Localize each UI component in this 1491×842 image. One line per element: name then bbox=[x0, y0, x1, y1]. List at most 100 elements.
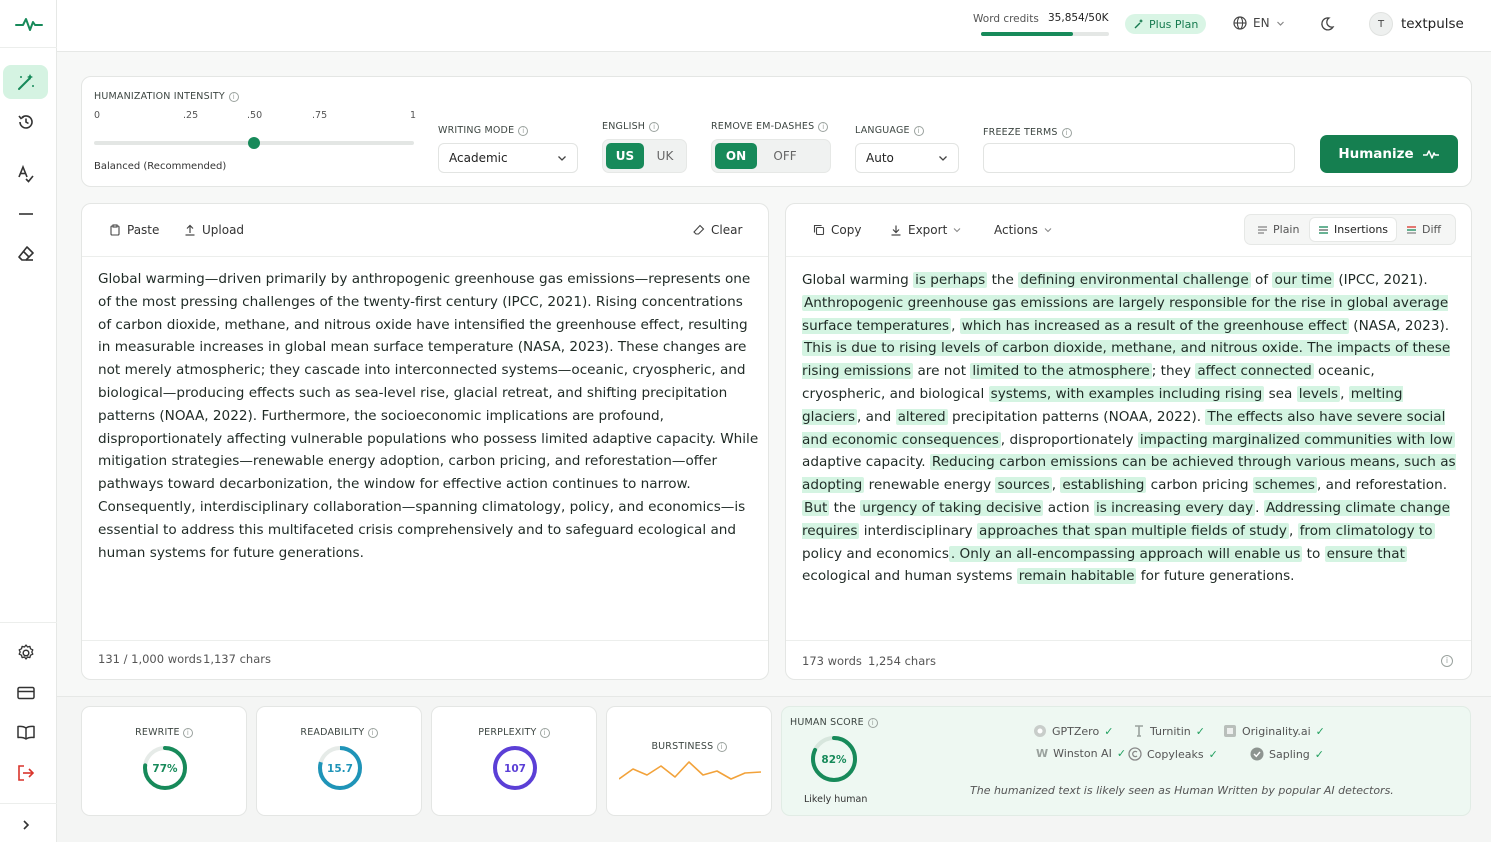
human-score-label-text: HUMAN SCORE bbox=[790, 717, 864, 728]
inserted-phrase: approaches that span multiple fields of … bbox=[977, 522, 1289, 539]
kept-phrase: , and reforestation. bbox=[1317, 477, 1448, 494]
info-icon[interactable]: i bbox=[539, 728, 550, 738]
history-nav[interactable] bbox=[3, 105, 48, 139]
export-button[interactable]: Export bbox=[890, 223, 961, 237]
info-icon[interactable]: i bbox=[913, 125, 924, 136]
logout-icon bbox=[17, 765, 34, 781]
rewrite-label-text: REWRITE bbox=[135, 727, 180, 738]
download-icon bbox=[891, 225, 901, 236]
language-select[interactable]: Auto bbox=[855, 143, 959, 173]
inserted-phrase: . Only an all-encompassing approach will… bbox=[948, 545, 1303, 562]
humanize-button[interactable]: Humanize bbox=[1320, 135, 1458, 173]
info-icon[interactable]: i bbox=[182, 728, 193, 738]
language-label: LANGUAGE i bbox=[855, 125, 924, 136]
info-icon[interactable]: i bbox=[867, 717, 878, 728]
kept-phrase: . bbox=[1255, 499, 1264, 516]
settings-nav[interactable] bbox=[3, 636, 48, 670]
kept-phrase: Global warming bbox=[802, 272, 914, 288]
info-icon[interactable]: i bbox=[818, 121, 829, 132]
check-icon: ✓ bbox=[1104, 724, 1114, 738]
upload-button[interactable]: Upload bbox=[184, 223, 244, 237]
inserted-phrase: altered bbox=[895, 408, 948, 425]
tick-0: 0 bbox=[94, 110, 101, 121]
moon-icon bbox=[1321, 17, 1335, 31]
chevron-down-icon bbox=[1044, 228, 1052, 233]
paste-button[interactable]: Paste bbox=[109, 223, 159, 237]
kept-phrase: , disproportionately bbox=[1000, 431, 1138, 448]
inserted-phrase: schemes bbox=[1252, 477, 1318, 494]
language-switcher[interactable]: EN bbox=[1233, 16, 1285, 30]
writing-mode-select[interactable]: Academic bbox=[438, 143, 578, 173]
theme-toggle[interactable] bbox=[1319, 16, 1335, 36]
rewrite-label: REWRITE i bbox=[82, 727, 246, 738]
user-name[interactable]: textpulse bbox=[1401, 16, 1464, 32]
readability-metric: READABILITY i 15.7 bbox=[256, 706, 422, 816]
english-uk-option[interactable]: UK bbox=[648, 143, 682, 169]
detector-label: Originality.ai bbox=[1242, 724, 1311, 738]
intensity-caption: Balanced (Recommended) bbox=[94, 161, 227, 172]
inserted-phrase: affect connected bbox=[1195, 363, 1314, 380]
info-icon[interactable]: i bbox=[518, 125, 529, 136]
tick-75: .75 bbox=[312, 110, 328, 121]
intensity-slider-thumb[interactable] bbox=[248, 137, 260, 149]
english-us-option[interactable]: US bbox=[606, 143, 644, 169]
info-icon[interactable]: i bbox=[367, 728, 378, 738]
em-dash-toggle: ON OFF bbox=[711, 139, 831, 173]
info-icon[interactable]: i bbox=[716, 742, 727, 752]
logout-nav[interactable] bbox=[3, 756, 48, 790]
info-icon[interactable]: i bbox=[228, 91, 239, 102]
plan-badge[interactable]: Plus Plan bbox=[1125, 14, 1207, 34]
info-icon[interactable]: i bbox=[1441, 655, 1453, 667]
freeze-terms-input[interactable] bbox=[983, 143, 1295, 173]
readability-label-text: READABILITY bbox=[300, 727, 365, 738]
readability-ring: 15.7 bbox=[318, 746, 362, 790]
docs-nav[interactable] bbox=[3, 716, 48, 750]
em-dash-on-option[interactable]: ON bbox=[715, 143, 757, 169]
em-dash-off-option[interactable]: OFF bbox=[761, 143, 809, 169]
export-label: Export bbox=[908, 223, 948, 237]
expand-sidebar-button[interactable] bbox=[3, 808, 48, 842]
billing-nav[interactable] bbox=[3, 676, 48, 710]
divider-nav[interactable] bbox=[3, 197, 48, 231]
actions-button[interactable]: Actions bbox=[994, 223, 1052, 237]
kept-phrase: precipitation patterns (NOAA, 2022). bbox=[947, 408, 1206, 425]
view-plain-tab[interactable]: Plain bbox=[1249, 218, 1307, 241]
info-icon[interactable]: i bbox=[649, 121, 660, 132]
perplexity-metric: PERPLEXITY i 107 bbox=[431, 706, 597, 816]
inserted-phrase: levels bbox=[1296, 385, 1341, 402]
view-insertions-tab[interactable]: Insertions bbox=[1310, 218, 1397, 241]
perplexity-value: 107 bbox=[504, 763, 526, 775]
em-dash-label: REMOVE EM-DASHES i bbox=[711, 121, 829, 132]
detector-label: Turnitin bbox=[1150, 724, 1191, 738]
humanize-label: Humanize bbox=[1338, 146, 1414, 162]
kept-phrase: to bbox=[1302, 545, 1325, 562]
freeze-terms-label: FREEZE TERMS i bbox=[983, 127, 1072, 138]
pulse-logo-icon bbox=[14, 17, 43, 31]
tick-1: 1 bbox=[410, 110, 417, 121]
input-text[interactable]: Global warming—driven primarily by anthr… bbox=[98, 268, 760, 564]
english-toggle: US UK bbox=[602, 139, 687, 173]
app-logo[interactable] bbox=[0, 0, 57, 48]
grammar-nav[interactable] bbox=[3, 157, 48, 191]
intensity-label-text: HUMANIZATION INTENSITY bbox=[94, 91, 225, 102]
view-mode-toggle: Plain Insertions Diff bbox=[1244, 214, 1456, 245]
input-char-count: 1,137 chars bbox=[203, 652, 271, 666]
detector-label: Copyleaks bbox=[1147, 747, 1204, 761]
output-text[interactable]: Global warming is perhaps the defining e… bbox=[802, 269, 1462, 588]
freeze-terms-label-text: FREEZE TERMS bbox=[983, 127, 1058, 138]
minus-icon bbox=[18, 213, 33, 215]
eraser-nav[interactable] bbox=[3, 237, 48, 271]
copy-icon bbox=[813, 224, 825, 236]
info-icon[interactable]: i bbox=[1061, 127, 1072, 138]
clear-button[interactable]: Clear bbox=[693, 223, 742, 237]
tick-25: .25 bbox=[183, 110, 199, 121]
check-icon: ✓ bbox=[1116, 747, 1127, 760]
view-diff-tab[interactable]: Diff bbox=[1398, 218, 1449, 241]
sidebar bbox=[0, 0, 57, 842]
spell-check-icon bbox=[17, 164, 34, 183]
rewrite-ring: 77% bbox=[143, 746, 187, 790]
humanizer-nav[interactable] bbox=[3, 65, 48, 99]
avatar[interactable]: T bbox=[1369, 12, 1393, 36]
copy-button[interactable]: Copy bbox=[813, 223, 861, 237]
inserted-phrase: from climatology to bbox=[1297, 522, 1435, 539]
